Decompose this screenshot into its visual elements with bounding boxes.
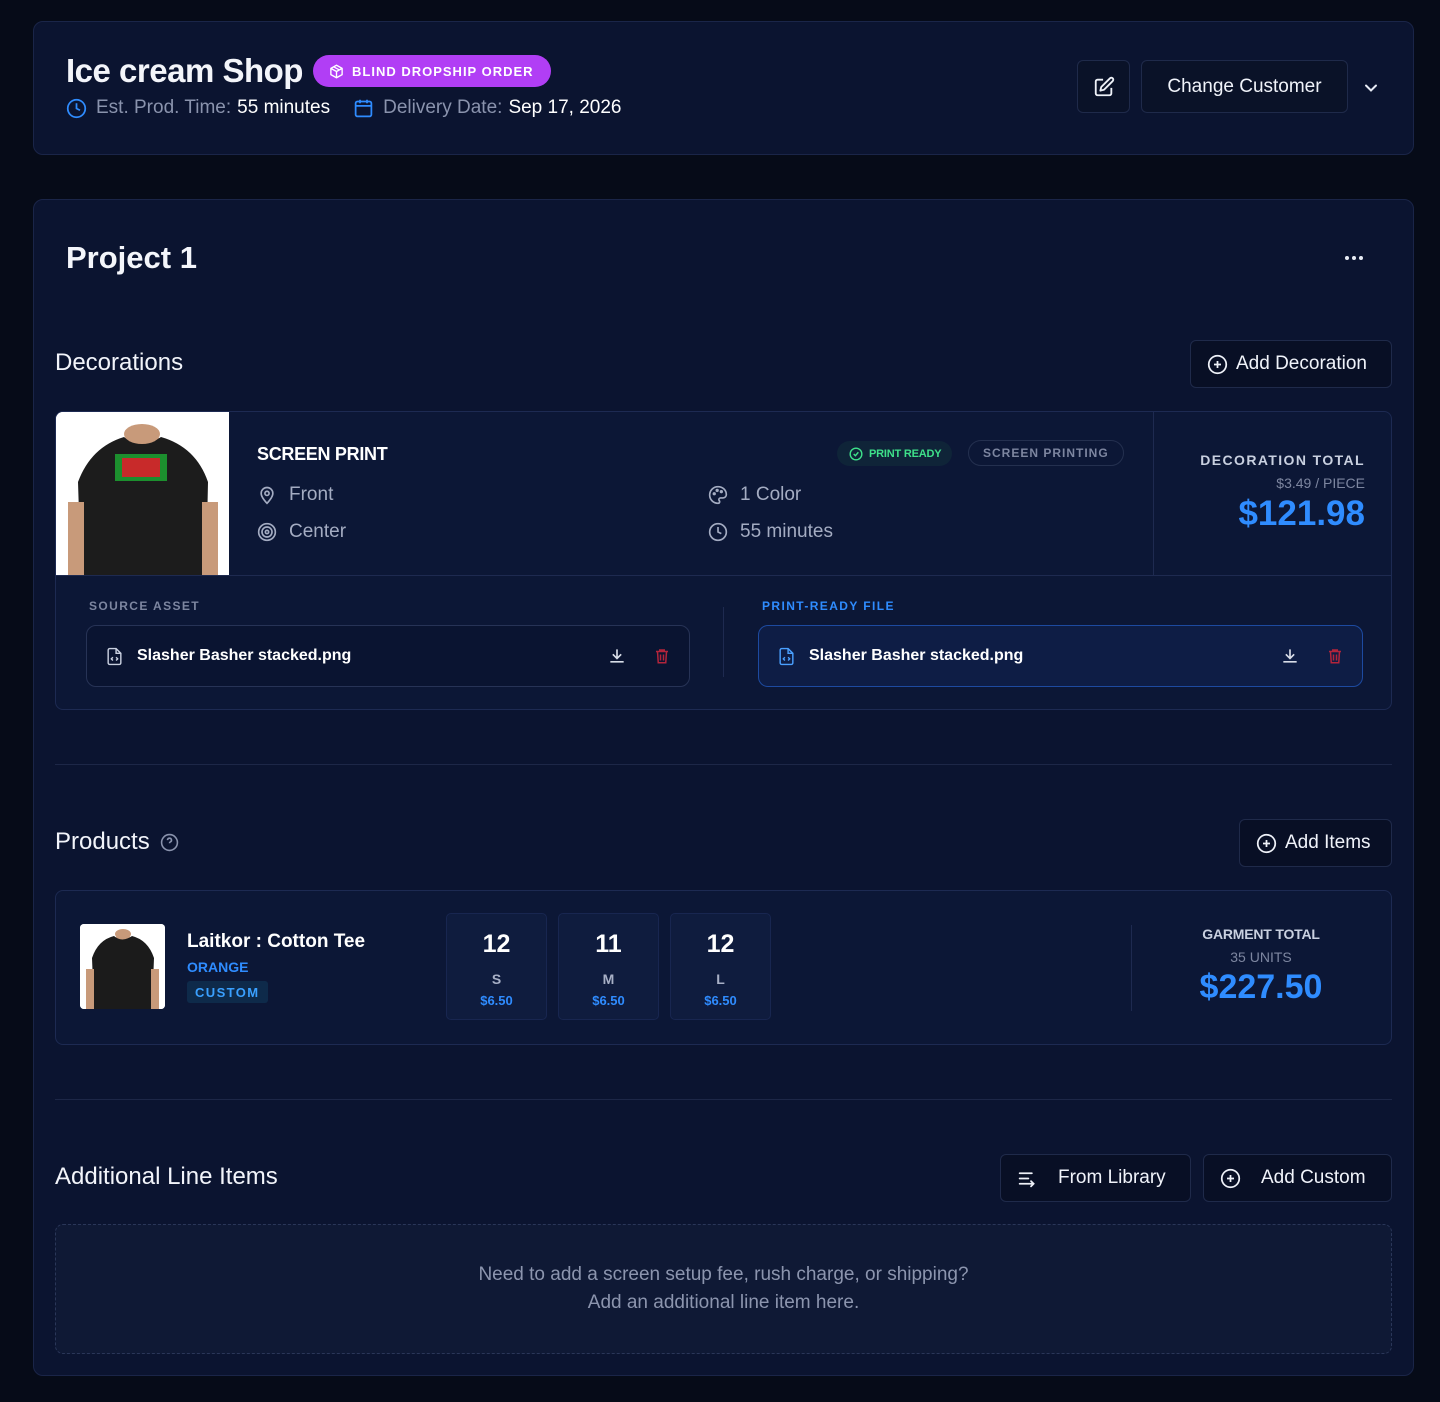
change-customer-button[interactable]: Change Customer xyxy=(1141,60,1348,113)
additional-line-items-empty-state: Need to add a screen setup fee, rush cha… xyxy=(55,1224,1392,1354)
decoration-total-label: DECORATION TOTAL xyxy=(1200,452,1365,468)
est-prod-value: 55 minutes xyxy=(237,97,331,118)
section-divider xyxy=(55,764,1392,765)
product-item: Laitkor : Cotton Tee ORANGE CUSTOM 12 S … xyxy=(55,890,1392,1045)
additional-line-items-title: Additional Line Items xyxy=(55,1163,278,1190)
decoration-name: SCREEN PRINT xyxy=(257,444,388,464)
product-image xyxy=(80,924,165,1009)
garment-units: 35 UNITS xyxy=(1230,949,1292,965)
size-box-s[interactable]: 12 S $6.50 xyxy=(446,913,547,1020)
target-icon xyxy=(257,522,277,542)
project-card: Project 1 Decorations Add Decoration SCR… xyxy=(33,199,1414,1376)
empty-state-line-2: Add an additional line item here. xyxy=(587,1292,860,1313)
garment-total-label: GARMENT TOTAL xyxy=(1202,926,1320,942)
print-ready-pill: PRINT READY xyxy=(837,441,953,466)
check-circle-icon xyxy=(849,446,863,461)
order-header-card: Ice cream Shop BLIND DROPSHIP ORDER Est.… xyxy=(33,21,1414,155)
delivery-date: Delivery Date: Sep 17, 2026 xyxy=(353,97,621,119)
download-icon[interactable] xyxy=(607,646,627,666)
est-prod-time: Est. Prod. Time: 55 minutes xyxy=(66,97,330,119)
package-icon xyxy=(330,64,343,78)
est-prod-label: Est. Prod. Time: xyxy=(96,97,232,118)
clock-icon xyxy=(66,98,87,118)
delivery-value: Sep 17, 2026 xyxy=(508,97,622,118)
map-pin-icon xyxy=(260,486,274,505)
print-ready-file-name: Slasher Basher stacked.png xyxy=(809,647,1024,664)
print-ready-file-label: PRINT-READY FILE xyxy=(762,599,895,613)
print-ready-file[interactable]: Slasher Basher stacked.png xyxy=(758,625,1363,687)
decoration-total-value: $121.98 xyxy=(1238,494,1365,533)
decoration-total: DECORATION TOTAL $3.49 / PIECE $121.98 xyxy=(1153,412,1391,575)
product-name: Laitkor : Cotton Tee xyxy=(187,931,366,952)
help-icon[interactable] xyxy=(160,833,179,852)
add-decoration-label: Add Decoration xyxy=(1236,353,1367,374)
add-custom-label: Add Custom xyxy=(1261,1167,1366,1188)
empty-state-line-1: Need to add a screen setup fee, rush cha… xyxy=(478,1264,969,1285)
source-asset-file[interactable]: Slasher Basher stacked.png xyxy=(86,625,690,687)
file-icon xyxy=(107,647,122,665)
list-import-icon xyxy=(1018,1171,1035,1187)
blind-dropship-badge: BLIND DROPSHIP ORDER xyxy=(313,55,551,87)
decoration-time: 55 minutes xyxy=(708,521,833,543)
garment-total: GARMENT TOTAL 35 UNITS $227.50 xyxy=(1166,891,1356,1046)
source-file-name: Slasher Basher stacked.png xyxy=(137,647,352,664)
from-library-button[interactable]: From Library xyxy=(1000,1154,1191,1202)
size-box-m[interactable]: 11 M $6.50 xyxy=(558,913,659,1020)
decoration-location: Front xyxy=(257,484,333,506)
add-items-button[interactable]: Add Items xyxy=(1239,819,1392,867)
shop-name: Ice cream Shop xyxy=(66,52,303,89)
trash-icon[interactable] xyxy=(653,647,671,665)
product-color: ORANGE xyxy=(187,959,249,975)
delivery-label: Delivery Date: xyxy=(383,97,503,118)
products-title: Products xyxy=(55,828,179,856)
clock-icon xyxy=(708,522,728,542)
trash-icon[interactable] xyxy=(1326,647,1344,665)
add-custom-button[interactable]: Add Custom xyxy=(1203,1154,1392,1202)
edit-order-button[interactable] xyxy=(1077,60,1130,113)
section-divider xyxy=(55,1099,1392,1100)
more-options-icon[interactable] xyxy=(1339,245,1369,271)
palette-icon xyxy=(708,485,728,505)
add-items-label: Add Items xyxy=(1285,832,1371,853)
plus-circle-icon xyxy=(1220,1168,1241,1188)
decorations-title: Decorations xyxy=(55,349,184,376)
plus-circle-icon xyxy=(1207,354,1228,374)
file-icon xyxy=(779,647,794,665)
source-asset-label: SOURCE ASSET xyxy=(89,599,201,613)
decoration-item: SCREEN PRINT Front Center 1 Color 55 min… xyxy=(55,411,1392,710)
from-library-label: From Library xyxy=(1058,1167,1166,1188)
calendar-icon xyxy=(354,99,373,117)
custom-tag: CUSTOM xyxy=(187,981,268,1003)
decoration-per-piece: $3.49 / PIECE xyxy=(1276,475,1365,491)
decoration-mockup-image xyxy=(56,412,229,575)
chevron-down-icon[interactable] xyxy=(1361,78,1381,98)
badge-label: BLIND DROPSHIP ORDER xyxy=(352,63,534,79)
garment-total-value: $227.50 xyxy=(1199,968,1323,1006)
project-title: Project 1 xyxy=(66,240,197,275)
add-decoration-button[interactable]: Add Decoration xyxy=(1190,340,1392,388)
download-icon[interactable] xyxy=(1280,646,1300,666)
decoration-colors: 1 Color xyxy=(708,484,801,506)
decoration-placement: Center xyxy=(257,521,346,543)
order-meta: Est. Prod. Time: 55 minutes Delivery Date… xyxy=(66,97,621,119)
edit-icon xyxy=(1094,76,1114,96)
plus-circle-icon xyxy=(1256,833,1277,853)
method-pill: SCREEN PRINTING xyxy=(968,440,1124,466)
size-box-l[interactable]: 12 L $6.50 xyxy=(670,913,771,1020)
